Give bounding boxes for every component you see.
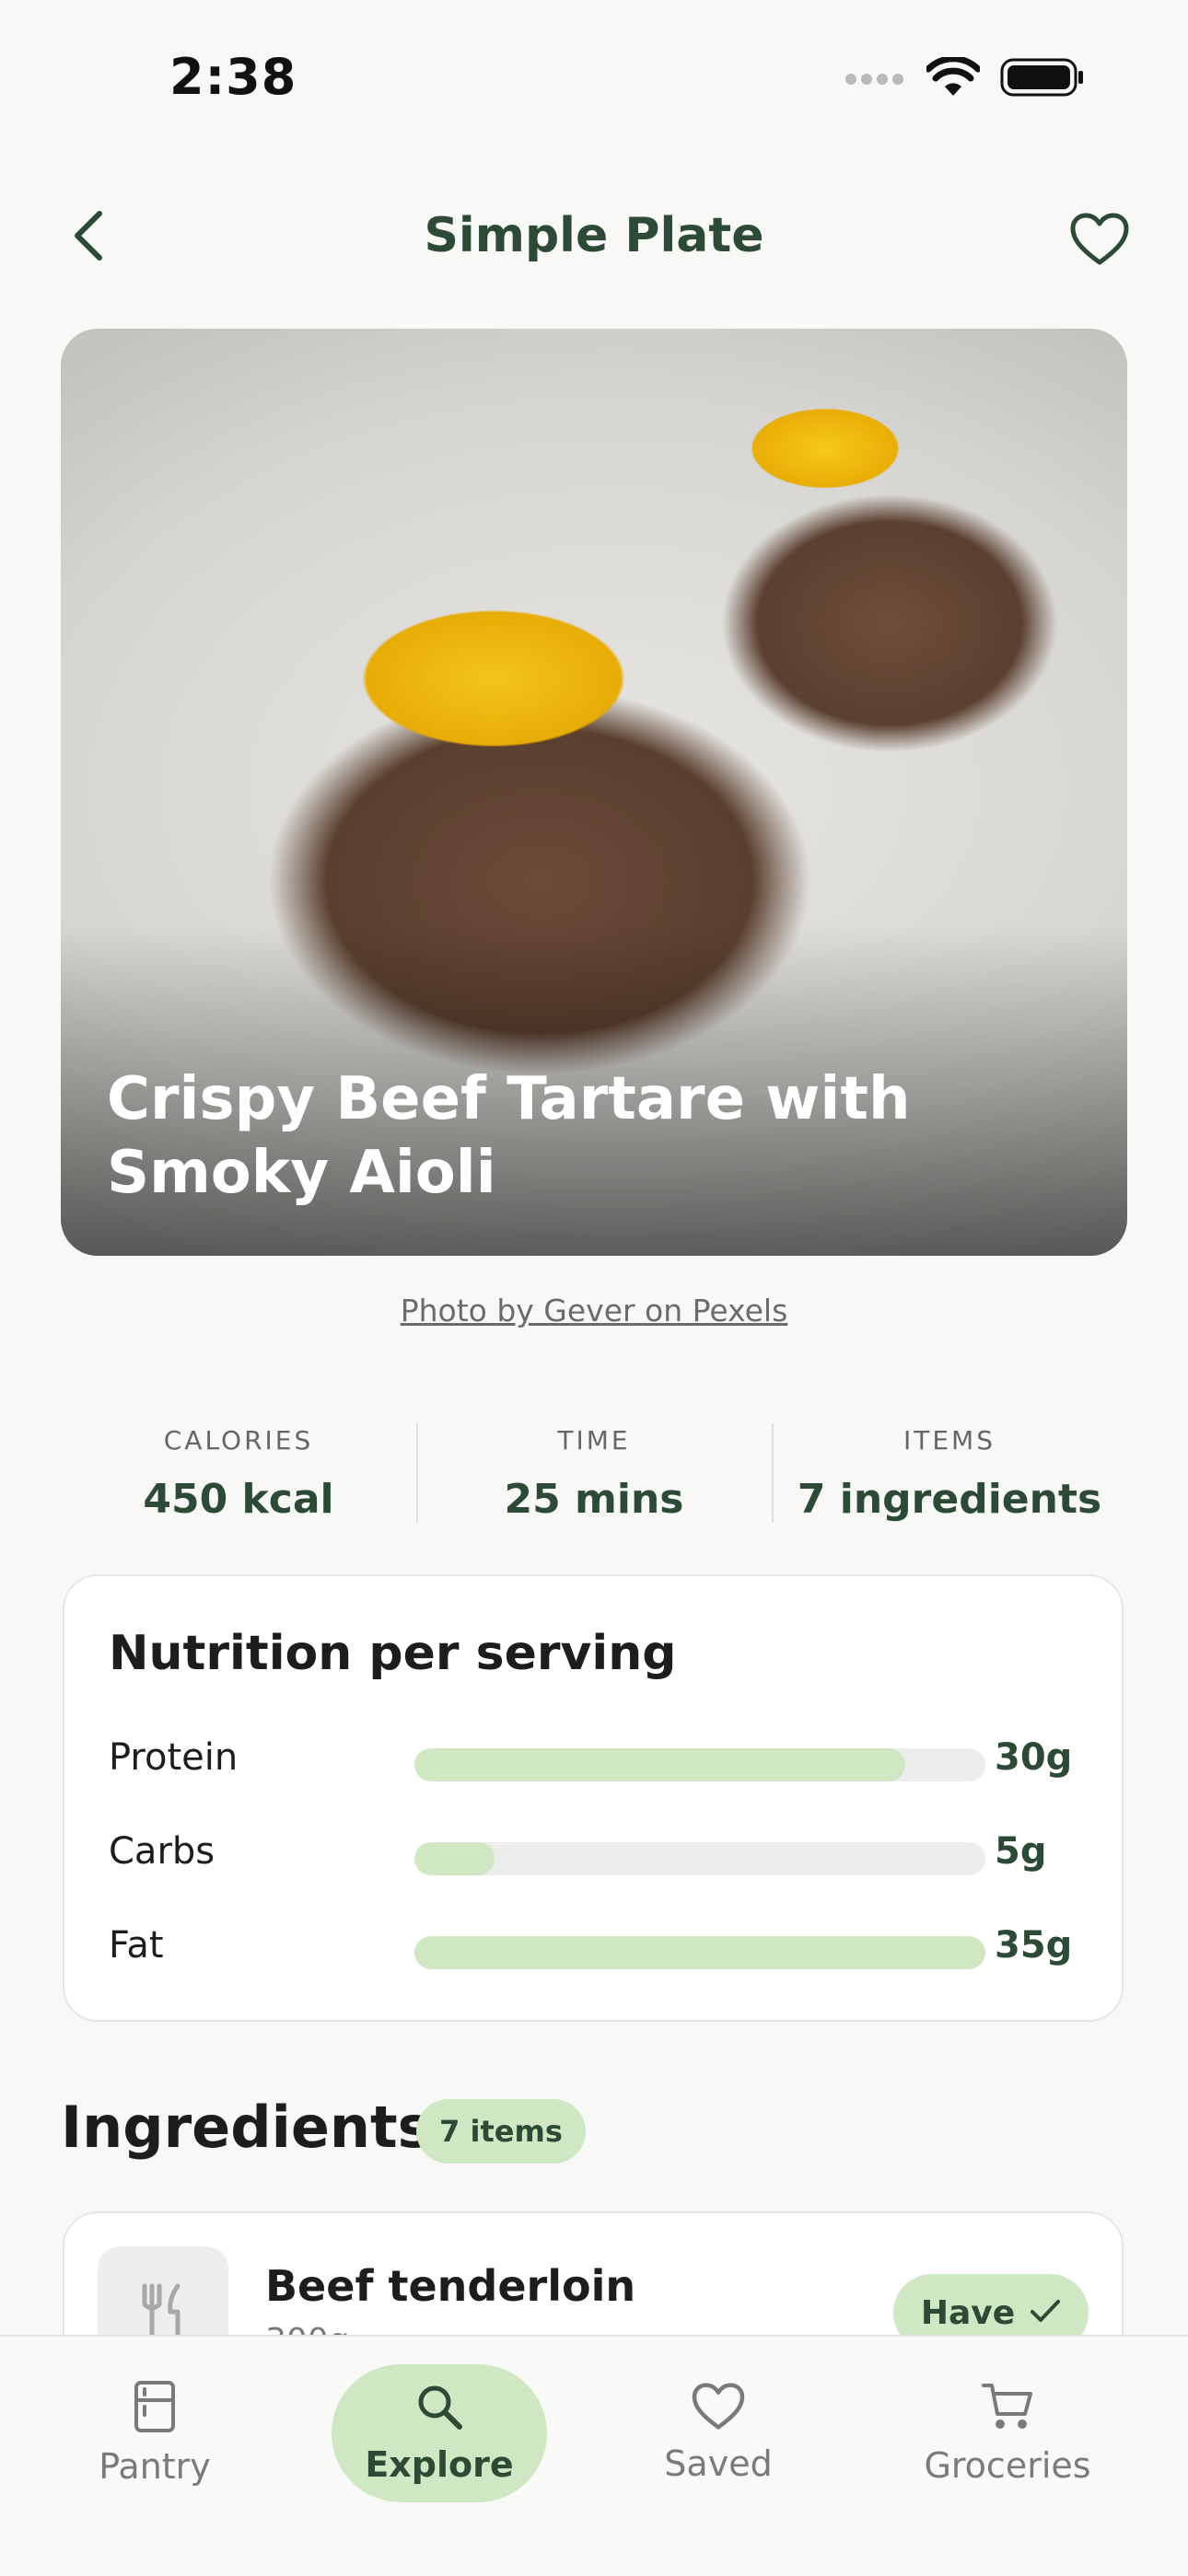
recipe-title: Crispy Beef Tartare with Smoky Aioli bbox=[107, 1065, 911, 1207]
nutrient-bar-track bbox=[414, 1842, 985, 1875]
bottom-navigation: Pantry Explore Saved Groceries bbox=[0, 2335, 1188, 2576]
status-icons bbox=[844, 55, 1085, 101]
heart-icon bbox=[692, 2383, 745, 2431]
nutrient-label: Protein bbox=[109, 1736, 239, 1779]
nutrition-row-protein: Protein 30g bbox=[109, 1731, 1085, 1786]
signal-icon bbox=[844, 68, 906, 90]
nutrient-label: Carbs bbox=[109, 1830, 215, 1873]
search-icon bbox=[414, 2382, 464, 2431]
nutrient-bar-fill bbox=[414, 1936, 985, 1969]
nav-label: Explore bbox=[365, 2444, 514, 2485]
nutrition-row-fat: Fat 35g bbox=[109, 1919, 1085, 1974]
stat-label: ITEMS bbox=[903, 1425, 996, 1456]
nutrition-card: Nutrition per serving Protein 30g Carbs … bbox=[63, 1574, 1124, 2022]
page-title: Simple Plate bbox=[424, 208, 764, 263]
nutrient-label: Fat bbox=[109, 1924, 164, 1967]
nutrient-value: 30g bbox=[995, 1736, 1073, 1779]
nutrition-title: Nutrition per serving bbox=[109, 1626, 677, 1681]
wifi-icon bbox=[925, 55, 982, 101]
nav-groceries[interactable]: Groceries bbox=[914, 2364, 1101, 2502]
stat-calories: CALORIES 450 kcal bbox=[61, 1423, 416, 1525]
nav-explore[interactable]: Explore bbox=[332, 2364, 547, 2502]
stat-items: ITEMS 7 ingredients bbox=[772, 1423, 1127, 1525]
nutrient-bar-fill bbox=[414, 1748, 906, 1781]
cart-icon bbox=[981, 2381, 1034, 2432]
nav-label: Saved bbox=[664, 2443, 773, 2484]
stat-value: 450 kcal bbox=[143, 1476, 334, 1523]
nutrition-row-carbs: Carbs 5g bbox=[109, 1825, 1085, 1880]
stat-label: TIME bbox=[557, 1425, 631, 1456]
battery-icon bbox=[1000, 57, 1085, 101]
nav-pantry[interactable]: Pantry bbox=[85, 2364, 225, 2502]
stat-time: TIME 25 mins bbox=[416, 1423, 772, 1525]
ingredients-heading: Ingredients bbox=[61, 2094, 432, 2161]
photo-credit-link[interactable]: Photo by Gever on Pexels bbox=[0, 1293, 1188, 1329]
checkmark-icon bbox=[1030, 2294, 1061, 2332]
favorite-button[interactable] bbox=[1063, 204, 1136, 278]
have-label: Have bbox=[920, 2293, 1016, 2332]
stat-label: CALORIES bbox=[163, 1425, 314, 1456]
ingredient-name: Beef tenderloin bbox=[265, 2261, 636, 2311]
nutrient-value: 5g bbox=[995, 1830, 1047, 1873]
nutrient-bar-fill bbox=[414, 1842, 495, 1875]
recipe-stats: CALORIES 450 kcal TIME 25 mins ITEMS 7 i… bbox=[61, 1423, 1127, 1525]
stat-value: 7 ingredients bbox=[797, 1476, 1102, 1523]
stat-value: 25 mins bbox=[504, 1476, 684, 1523]
heart-outline-icon bbox=[1070, 213, 1129, 270]
recipe-hero-image: Crispy Beef Tartare with Smoky Aioli bbox=[61, 329, 1127, 1256]
nav-label: Groceries bbox=[924, 2445, 1091, 2486]
nav-saved[interactable]: Saved bbox=[650, 2364, 786, 2502]
nutrient-bar-track bbox=[414, 1936, 985, 1969]
status-time: 2:38 bbox=[169, 48, 297, 106]
nutrient-value: 35g bbox=[995, 1924, 1073, 1967]
utensils-icon bbox=[134, 2280, 192, 2343]
fridge-icon bbox=[133, 2380, 177, 2433]
ingredients-count-badge: 7 items bbox=[416, 2099, 586, 2164]
nutrient-bar-track bbox=[414, 1748, 985, 1781]
nav-label: Pantry bbox=[99, 2446, 211, 2487]
